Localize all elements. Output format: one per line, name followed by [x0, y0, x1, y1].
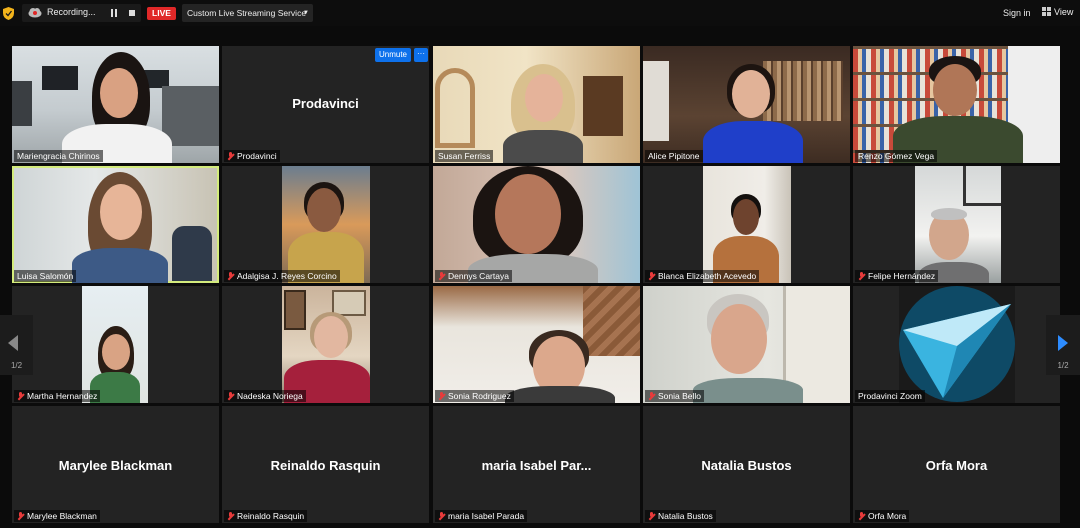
security-shield-icon[interactable]	[3, 7, 14, 20]
muted-mic-icon	[438, 512, 445, 520]
video-tile[interactable]: Nadeska Noriega	[222, 286, 429, 403]
view-label: View	[1054, 7, 1074, 17]
muted-mic-icon	[858, 272, 865, 280]
sign-in-link[interactable]: Sign in	[1003, 8, 1031, 18]
view-button[interactable]: View	[1042, 7, 1073, 17]
muted-mic-icon	[227, 272, 234, 280]
participant-display-name: Prodavinci	[292, 96, 359, 111]
video-tile[interactable]: Sonia Rodriguez	[433, 286, 640, 403]
video-tile[interactable]: Prodavinci Zoom	[853, 286, 1060, 403]
participant-display-name: maria Isabel Par...	[481, 458, 592, 473]
more-options-button[interactable]: ···	[414, 48, 428, 62]
participant-name: Sonia Rodriguez	[435, 390, 514, 402]
next-page-button[interactable]: 1/2	[1046, 315, 1080, 375]
video-tile[interactable]: maria Isabel Par... maria Isabel Parada	[433, 406, 640, 523]
chevron-down-icon: ▼	[303, 10, 309, 16]
video-tile[interactable]: Reinaldo Rasquin Reinaldo Rasquin	[222, 406, 429, 523]
page-indicator: 1/2	[10, 361, 23, 370]
participant-name: Nadeska Noriega	[224, 390, 306, 402]
muted-mic-icon	[227, 392, 234, 400]
muted-mic-icon	[17, 512, 24, 520]
participant-name: Prodavinci	[224, 150, 280, 162]
participant-display-name: Natalia Bustos	[701, 458, 792, 473]
participant-name: Natalia Bustos	[645, 510, 716, 522]
video-tile[interactable]: Adalgisa J. Reyes Corcino	[222, 166, 429, 283]
video-tile[interactable]: Susan Ferriss	[433, 46, 640, 163]
cloud-recording-icon	[28, 8, 42, 18]
unmute-button[interactable]: Unmute	[375, 48, 411, 62]
video-tile[interactable]: Orfa Mora Orfa Mora	[853, 406, 1060, 523]
grid-view-icon	[1042, 7, 1051, 16]
participant-display-name: Orfa Mora	[925, 458, 988, 473]
streaming-service-dropdown[interactable]: Custom Live Streaming Service ▼	[182, 4, 313, 22]
participant-name: Martha Hernandez	[14, 390, 101, 402]
participant-name: Felipe Hernández	[855, 270, 939, 282]
muted-mic-icon	[17, 392, 24, 400]
video-tile[interactable]: Alice Pipitone	[643, 46, 850, 163]
muted-mic-icon	[858, 512, 865, 520]
video-tile[interactable]: Renzo Gómez Vega	[853, 46, 1060, 163]
participant-name: Prodavinci Zoom	[855, 390, 925, 402]
participant-name: Susan Ferriss	[435, 150, 494, 162]
participant-display-name: Reinaldo Rasquin	[270, 458, 381, 473]
muted-mic-icon	[648, 392, 655, 400]
video-tile[interactable]: Martha Hernandez	[12, 286, 219, 403]
video-tile[interactable]: Blanca Elizabeth Acevedo	[643, 166, 850, 283]
participant-display-name: Marylee Blackman	[58, 458, 173, 473]
pause-recording-icon[interactable]	[111, 9, 118, 17]
muted-mic-icon	[648, 272, 655, 280]
previous-page-button[interactable]: 1/2	[0, 315, 33, 375]
participant-name: Orfa Mora	[855, 510, 910, 522]
participant-name: Reinaldo Rasquin	[224, 510, 308, 522]
video-tile-active-speaker[interactable]: Luisa Salomón	[12, 166, 219, 283]
participant-name: Dennys Cartaya	[435, 270, 512, 282]
page-indicator: 1/2	[1057, 361, 1069, 370]
participant-name: maria Isabel Parada	[435, 510, 528, 522]
muted-mic-icon	[648, 512, 655, 520]
participant-name: Adalgisa J. Reyes Corcino	[224, 270, 340, 282]
participant-name: Blanca Elizabeth Acevedo	[645, 270, 760, 282]
arrow-right-icon	[1058, 335, 1068, 351]
video-tile[interactable]: Sonia Bello	[643, 286, 850, 403]
arrow-left-icon	[8, 335, 18, 351]
video-tile[interactable]: Felipe Hernández	[853, 166, 1060, 283]
video-tile[interactable]: Marylee Blackman Marylee Blackman	[12, 406, 219, 523]
participant-name: Renzo Gómez Vega	[855, 150, 938, 162]
muted-mic-icon	[438, 392, 445, 400]
muted-mic-icon	[227, 512, 234, 520]
recording-label: Recording...	[47, 7, 96, 17]
video-tile[interactable]: Natalia Bustos Natalia Bustos	[643, 406, 850, 523]
video-tile[interactable]: Unmute ··· Prodavinci Prodavinci	[222, 46, 429, 163]
live-badge: LIVE	[147, 7, 176, 20]
muted-mic-icon	[227, 152, 234, 160]
video-tile[interactable]: Mariengracia Chirinos	[12, 46, 219, 163]
muted-mic-icon	[438, 272, 445, 280]
participant-name: Sonia Bello	[645, 390, 705, 402]
streaming-service-label: Custom Live Streaming Service	[187, 8, 307, 18]
top-bar: Recording... LIVE Custom Live Streaming …	[0, 0, 1080, 26]
participant-name: Alice Pipitone	[645, 150, 703, 162]
stop-recording-icon[interactable]	[129, 10, 135, 16]
prodavinci-logo	[899, 286, 1015, 403]
participant-name: Luisa Salomón	[14, 270, 77, 282]
video-tile[interactable]: Dennys Cartaya	[433, 166, 640, 283]
participant-name: Marylee Blackman	[14, 510, 100, 522]
participant-name: Mariengracia Chirinos	[14, 150, 103, 162]
